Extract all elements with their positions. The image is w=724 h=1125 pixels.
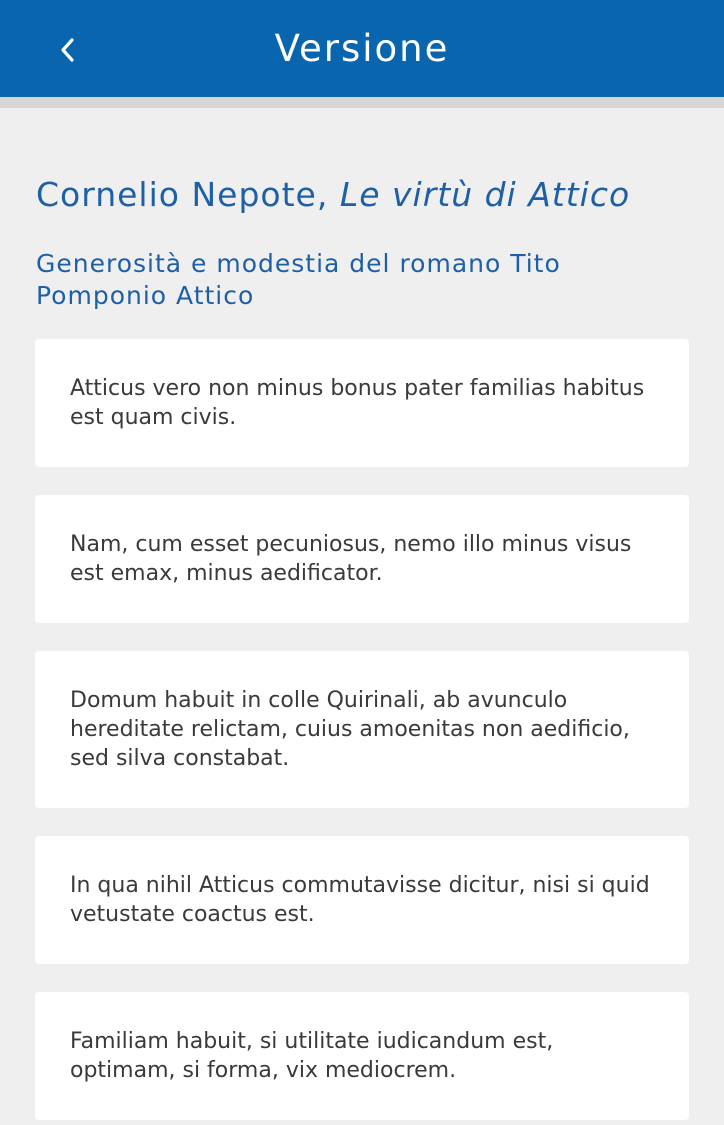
page-title: Cornelio Nepote, Le virtù di Attico bbox=[36, 175, 696, 214]
sentence-text: Familiam habuit, si utilitate iudicandum… bbox=[70, 1029, 554, 1083]
header-title: Versione bbox=[274, 27, 450, 70]
work-title: Le virtù di Attico bbox=[339, 175, 631, 214]
sentence-text: Nam, cum esset pecuniosus, nemo illo min… bbox=[70, 532, 632, 586]
app-header: Versione bbox=[0, 0, 724, 97]
author-name: Cornelio Nepote, bbox=[36, 175, 329, 214]
sentence-text: In qua nihil Atticus commutavisse dicitu… bbox=[70, 873, 650, 927]
chevron-left-icon bbox=[61, 38, 74, 62]
sentence-card[interactable]: Atticus vero non minus bonus pater famil… bbox=[35, 339, 689, 467]
page-subtitle: Generosità e modestia del romano Tito Po… bbox=[36, 249, 561, 310]
sentence-card[interactable]: In qua nihil Atticus commutavisse dicitu… bbox=[35, 836, 689, 964]
sentence-card[interactable]: Nam, cum esset pecuniosus, nemo illo min… bbox=[35, 495, 689, 623]
sentence-text: Atticus vero non minus bonus pater famil… bbox=[70, 376, 645, 430]
back-button[interactable] bbox=[40, 22, 94, 76]
sentence-card[interactable]: Domum habuit in colle Quirinali, ab avun… bbox=[35, 651, 689, 808]
sentence-card[interactable]: Familiam habuit, si utilitate iudicandum… bbox=[35, 992, 689, 1120]
header-shadow bbox=[0, 97, 724, 108]
sentence-text: Domum habuit in colle Quirinali, ab avun… bbox=[70, 688, 630, 771]
